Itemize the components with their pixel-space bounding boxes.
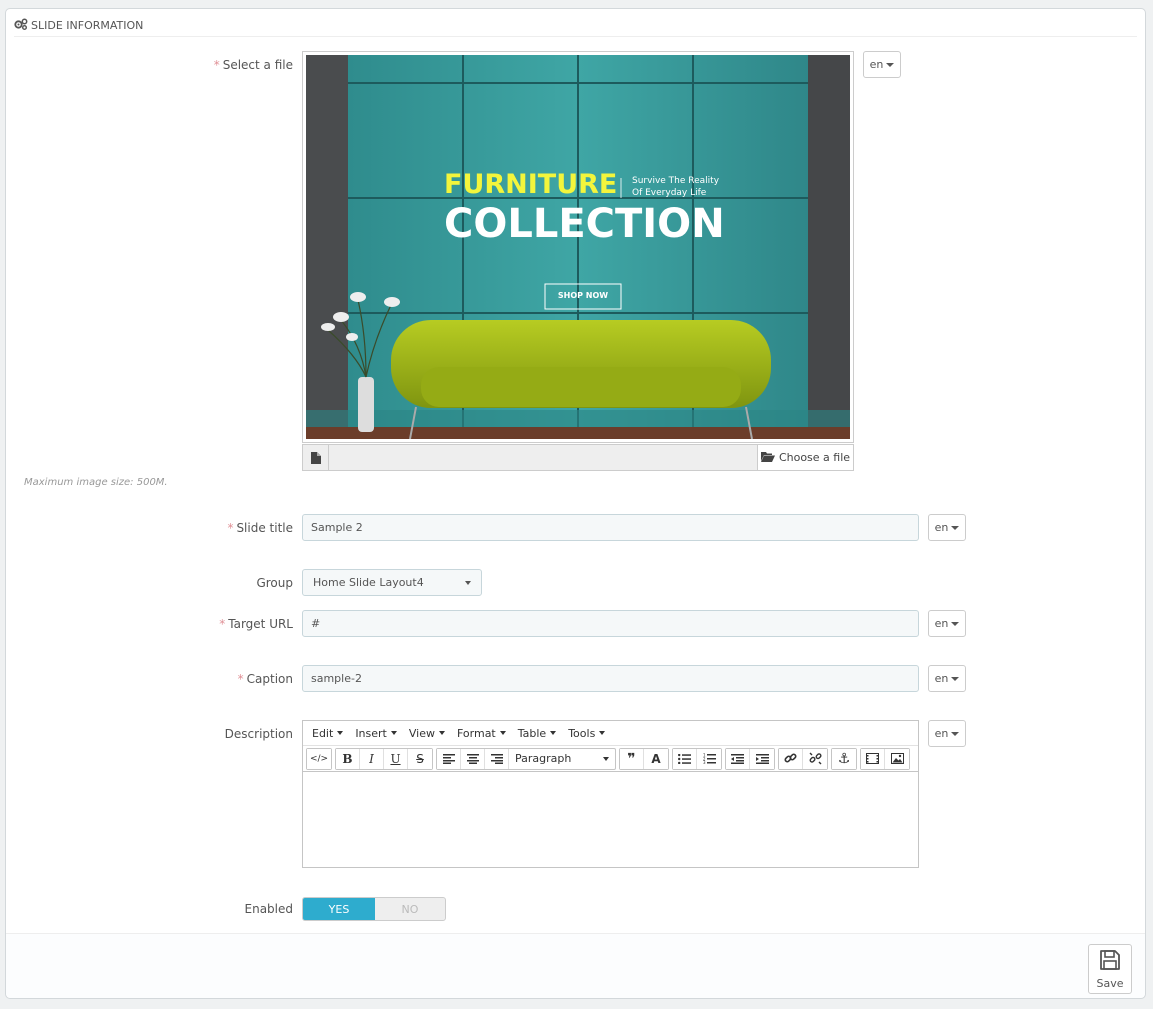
align-right-icon[interactable] [485, 748, 509, 769]
link-icon[interactable] [779, 748, 803, 769]
slide-title-lang-dropdown[interactable]: en [928, 514, 966, 541]
slide-tagline-1: Survive The Reality [632, 176, 720, 186]
slide-headline-1: FURNITURE [444, 169, 618, 200]
menu-table[interactable]: Table [512, 727, 562, 740]
enabled-no-option[interactable]: NO [375, 898, 445, 920]
folder-open-icon [760, 451, 775, 465]
enabled-yes-option[interactable]: YES [303, 898, 375, 920]
target-url-input[interactable]: # [302, 610, 919, 637]
enabled-switch[interactable]: YES NO [302, 897, 446, 921]
group-label: Group [256, 576, 293, 590]
block-format-select[interactable]: Paragraph [509, 749, 615, 769]
blockquote-icon[interactable]: ❞ [620, 748, 644, 769]
file-name-display[interactable] [329, 445, 757, 470]
source-code-icon[interactable]: </> [307, 748, 331, 769]
text-color-icon[interactable]: A [644, 748, 668, 769]
caret-down-icon [465, 580, 471, 585]
menu-edit[interactable]: Edit [306, 727, 349, 740]
numbered-list-icon[interactable]: 123 [697, 748, 721, 769]
max-image-size-help: Maximum image size: 500M. [24, 477, 168, 488]
menu-tools[interactable]: Tools [562, 727, 611, 740]
align-left-icon[interactable] [437, 748, 461, 769]
editor-toolbar: </> B I U S Paragraph ❞ A 1 2 3 ⚓ [303, 746, 918, 772]
indent-icon[interactable] [750, 748, 774, 769]
align-center-icon[interactable] [461, 748, 485, 769]
description-editor: Edit Insert View Format Table Tools </> … [302, 720, 919, 868]
cogs-icon [14, 18, 28, 33]
caret-down-icon [951, 621, 960, 626]
caption-input[interactable]: sample-2 [302, 665, 919, 692]
enabled-label: Enabled [244, 902, 294, 916]
panel-title: SLIDE INFORMATION [31, 19, 144, 32]
group-select[interactable]: Home Slide Layout4 [302, 569, 482, 596]
menu-format[interactable]: Format [451, 727, 512, 740]
select-file-label: * Select a file [213, 58, 293, 72]
underline-icon[interactable]: U [384, 748, 408, 769]
caret-down-icon [951, 731, 960, 736]
slide-image: FURNITURE Survive The Reality Of Everyda… [306, 55, 850, 439]
save-button[interactable]: Save [1088, 944, 1132, 994]
slide-image-preview: FURNITURE Survive The Reality Of Everyda… [302, 51, 854, 443]
panel-heading: SLIDE INFORMATION [14, 15, 1137, 37]
svg-text:3: 3 [703, 760, 706, 764]
bold-icon[interactable]: B [336, 748, 360, 769]
italic-icon[interactable]: I [360, 748, 384, 769]
choose-file-button[interactable]: Choose a file [757, 445, 853, 470]
file-icon [303, 445, 329, 470]
target-url-lang-dropdown[interactable]: en [928, 610, 966, 637]
slide-tagline-2: Of Everyday Life [632, 188, 707, 198]
save-icon [1099, 949, 1121, 974]
file-upload-bar: Choose a file [302, 444, 854, 471]
slide-headline-2: COLLECTION [444, 201, 725, 247]
slide-title-input[interactable]: Sample 2 [302, 514, 919, 541]
slide-title-label: * Slide title [227, 521, 293, 535]
outdent-icon[interactable] [726, 748, 750, 769]
editor-content-area[interactable] [303, 772, 918, 866]
description-label: Description [224, 727, 293, 741]
caret-down-icon [951, 676, 960, 681]
slide-information-panel: SLIDE INFORMATION * Select a file FURNIT… [5, 8, 1146, 999]
image-icon[interactable] [885, 748, 909, 769]
caption-label: * Caption [237, 672, 293, 686]
menu-view[interactable]: View [403, 727, 451, 740]
caret-down-icon [886, 62, 895, 67]
file-lang-dropdown[interactable]: en [863, 51, 901, 78]
menu-insert[interactable]: Insert [349, 727, 403, 740]
unlink-icon[interactable] [803, 748, 827, 769]
caret-down-icon [951, 525, 960, 530]
description-lang-dropdown[interactable]: en [928, 720, 966, 747]
target-url-label: * Target URL [219, 617, 293, 631]
bullet-list-icon[interactable] [673, 748, 697, 769]
editor-menubar: Edit Insert View Format Table Tools [303, 721, 918, 746]
media-icon[interactable] [861, 748, 885, 769]
strikethrough-icon[interactable]: S [408, 748, 432, 769]
slide-shop-now-button: SHOP NOW [557, 291, 609, 300]
caption-lang-dropdown[interactable]: en [928, 665, 966, 692]
panel-footer: Save [6, 933, 1145, 998]
anchor-icon[interactable]: ⚓ [832, 748, 856, 769]
